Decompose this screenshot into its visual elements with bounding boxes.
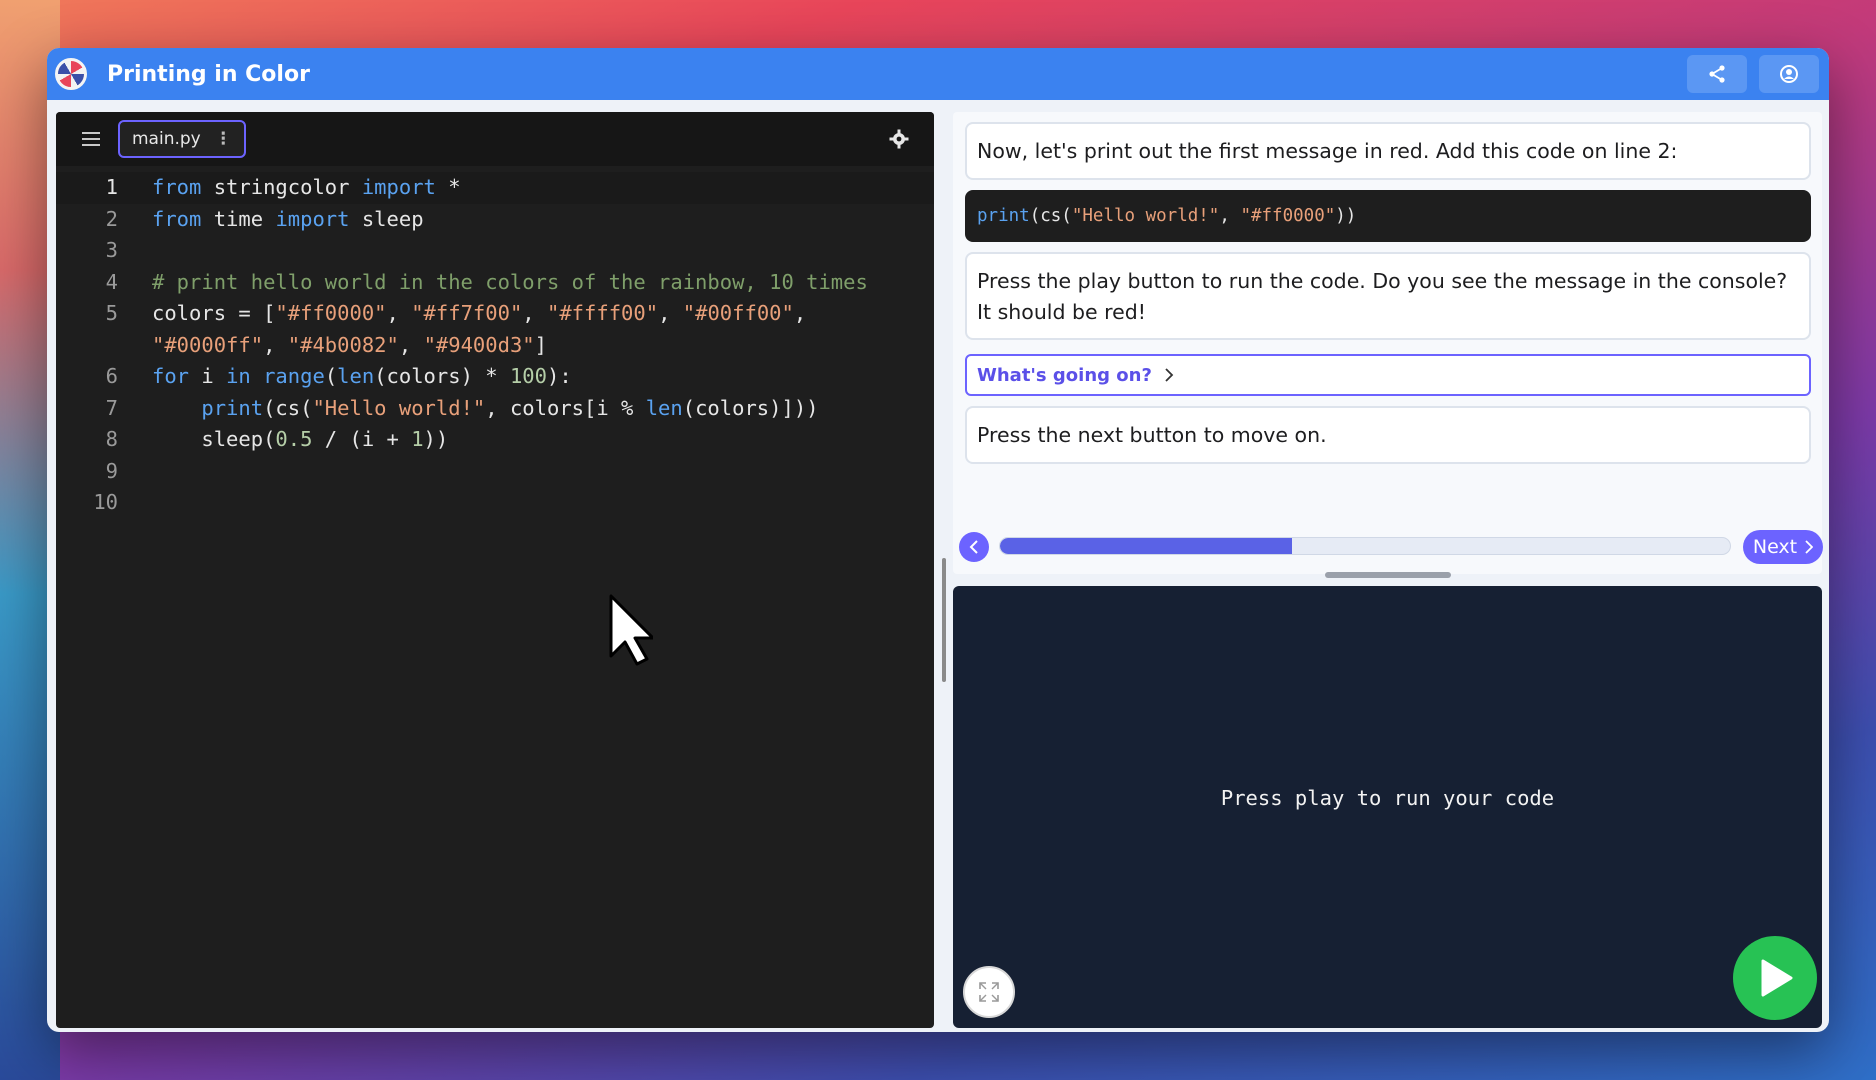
line-number: 3 [105, 238, 118, 262]
gear-icon [889, 129, 909, 149]
code-line: 2 from time import sleep [56, 204, 934, 236]
account-button[interactable] [1759, 55, 1819, 93]
chevron-left-icon [969, 540, 978, 554]
code-line: 7 print(cs("Hello world!", colors[i % le… [56, 393, 934, 425]
share-icon [1709, 65, 1725, 83]
more-options-icon[interactable]: ⋮ [215, 129, 232, 149]
line-number: 10 [93, 490, 118, 514]
play-icon [1761, 959, 1793, 997]
line-number: 9 [105, 458, 118, 483]
line-number: 2 [105, 206, 118, 231]
run-button[interactable] [1733, 936, 1817, 1020]
instruction-text: Press the play button to run the code. D… [977, 269, 1788, 324]
lesson-progress-bar [999, 537, 1731, 555]
file-tab-main[interactable]: main.py ⋮ [118, 120, 246, 158]
code-line: 9 [56, 456, 934, 488]
code-line: 10 [56, 487, 934, 519]
disclosure-label: What's going on? [977, 364, 1152, 386]
next-button[interactable]: Next [1743, 530, 1823, 564]
instruction-text: Press the next button to move on. [977, 422, 1327, 447]
code-line: 1 from stringcolor import * [56, 172, 934, 204]
instruction-text: Now, let's print out the first message i… [977, 138, 1678, 163]
console-resize-handle[interactable] [1325, 572, 1451, 578]
line-number: 1 [105, 175, 118, 199]
user-icon [1780, 65, 1798, 83]
progress-fill [1000, 538, 1292, 554]
whats-going-on-toggle[interactable]: What's going on? [965, 354, 1811, 396]
expand-icon [979, 982, 999, 1002]
mouse-cursor-icon [609, 594, 653, 666]
line-number: 8 [105, 427, 118, 451]
pane-divider[interactable] [935, 112, 953, 1028]
code-line: 8 sleep(0.5 / (i + 1)) [56, 424, 934, 456]
console-output: Press play to run your code [953, 586, 1822, 1028]
hamburger-icon [82, 132, 100, 146]
editor-settings-button[interactable] [880, 120, 918, 158]
instruction-card: Press the next button to move on. [965, 406, 1811, 464]
previous-button[interactable] [959, 532, 989, 562]
title-bar: Printing in Color [47, 48, 1829, 100]
fullscreen-button[interactable] [963, 966, 1015, 1018]
resize-handle[interactable] [942, 558, 946, 682]
code-line-wrap: "#0000ff", "#4b0082", "#9400d3"] [152, 332, 547, 357]
step-navigation: Next [959, 530, 1823, 564]
instructions-panel: Now, let's print out the first message i… [953, 112, 1823, 574]
file-menu-button[interactable] [72, 120, 110, 158]
console-message: Press play to run your code [1220, 786, 1555, 810]
code-line: 3 [56, 235, 934, 267]
line-number: 5 [105, 301, 118, 325]
code-line: 6 for i in range(len(colors) * 100): [56, 361, 934, 393]
line-number: 7 [105, 395, 118, 420]
code-line: 5 colors = ["#ff0000", "#ff7f00", "#ffff… [56, 298, 934, 330]
code-line: 4 # print hello world in the colors of t… [56, 267, 934, 299]
file-tab-label: main.py [132, 129, 201, 149]
instruction-card: Now, let's print out the first message i… [965, 122, 1811, 180]
app-window: Printing in Color main.py ⋮ 1 from strin… [47, 48, 1829, 1032]
chevron-right-icon [1805, 540, 1814, 554]
page-title: Printing in Color [107, 61, 310, 87]
chevron-right-icon [1165, 368, 1174, 382]
code-area[interactable]: 1 from stringcolor import * 2 from time … [56, 166, 934, 519]
code-editor[interactable]: main.py ⋮ 1 from stringcolor import * 2 … [56, 112, 934, 1028]
share-button[interactable] [1687, 55, 1747, 93]
line-number: 4 [105, 269, 118, 294]
code-snippet: print (cs("Hello world!", "#ff0000")) [965, 190, 1811, 242]
editor-toolbar: main.py ⋮ [56, 112, 934, 166]
instruction-card: Press the play button to run the code. D… [965, 252, 1811, 340]
line-number: 6 [105, 364, 118, 388]
next-label: Next [1752, 536, 1798, 558]
app-logo-icon [55, 58, 87, 90]
